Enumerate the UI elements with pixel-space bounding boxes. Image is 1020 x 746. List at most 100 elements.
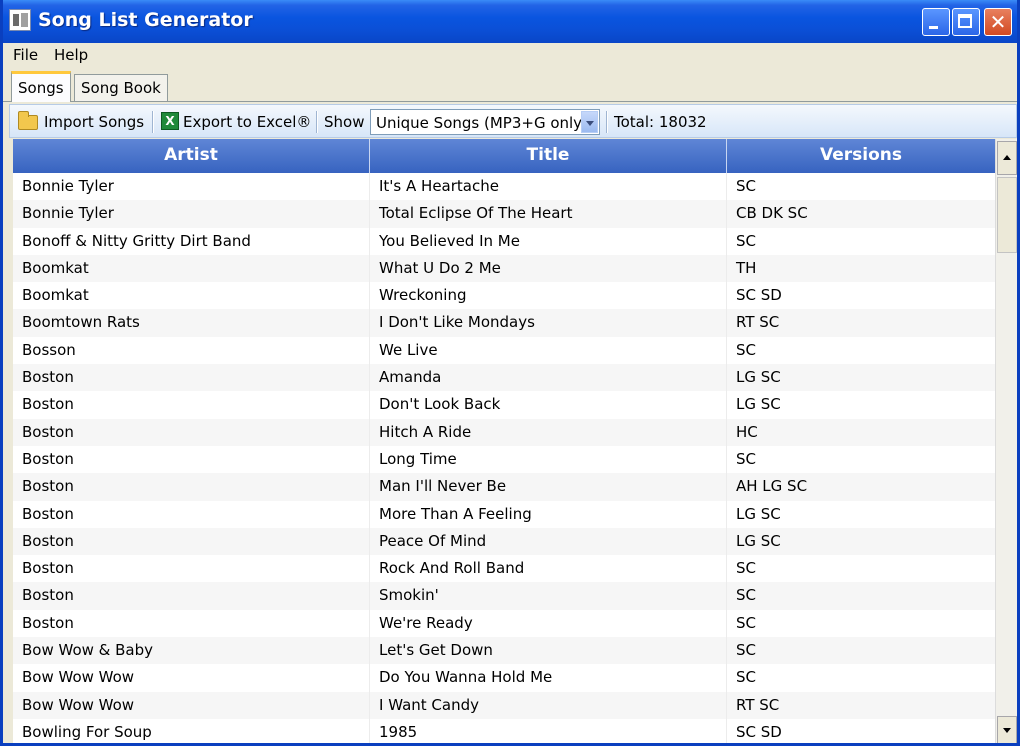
versions-cell: SC SD (736, 286, 782, 305)
table-row[interactable]: Bowling For Soup 1985 SC SD (13, 718, 995, 743)
title-cell: Rock And Roll Band (370, 555, 727, 583)
title-cell: 1985 (370, 718, 727, 743)
table-row[interactable]: Bonoff & Nitty Gritty Dirt Band You Belie… (13, 227, 995, 255)
title-cell: More Than A Feeling (370, 500, 727, 528)
artist-cell: Bonnie Tyler (13, 200, 370, 228)
scroll-up-button[interactable] (997, 141, 1017, 175)
title-cell: We're Ready (370, 609, 727, 638)
artist-cell: Bow Wow Wow (13, 664, 370, 692)
menu-help[interactable]: Help (54, 46, 88, 64)
artist-cell: Bow Wow Wow (13, 691, 370, 719)
versions-cell: SC SD (736, 722, 782, 741)
artist-cell: Bowling For Soup (13, 718, 370, 743)
toolbar-separator (316, 111, 318, 133)
table-row[interactable]: Boston Rock And Roll Band SC (13, 555, 995, 583)
folder-icon[interactable] (18, 111, 38, 130)
table-row[interactable]: Boston Peace Of Mind LG SC (13, 527, 995, 556)
app-window: Song List Generator ✕ File Help Songs So… (0, 0, 1020, 746)
title-cell: Do You Wanna Hold Me (370, 664, 727, 692)
tab-songs[interactable]: Songs (11, 71, 71, 102)
versions-cell: LG SC (736, 395, 781, 414)
table-row[interactable]: Boston Amanda LG SC (13, 364, 995, 392)
table-row[interactable]: Boston Hitch A Ride HC (13, 418, 995, 446)
artist-cell: Boston (13, 418, 370, 446)
versions-cell: LG SC (736, 368, 781, 387)
table-row[interactable]: Boston Smokin' SC (13, 582, 995, 610)
minimize-button[interactable] (922, 8, 950, 36)
close-icon: ✕ (989, 10, 1007, 34)
column-header-versions[interactable]: Versions (727, 139, 995, 173)
artist-cell: Boston (13, 609, 370, 638)
title-bar[interactable]: Song List Generator ✕ (3, 0, 1017, 43)
toolbar-separator (152, 111, 154, 133)
table-row[interactable]: Boston Don't Look Back LG SC (13, 391, 995, 419)
menu-bar: File Help (3, 43, 1017, 67)
table-row[interactable]: Boston More Than A Feeling LG SC (13, 500, 995, 528)
artist-cell: Boomkat (13, 254, 370, 283)
title-cell: We Live (370, 336, 727, 365)
column-header-title[interactable]: Title (370, 139, 727, 173)
versions-cell: SC (736, 231, 756, 250)
excel-icon[interactable]: X (161, 112, 179, 130)
versions-cell: SC (736, 586, 756, 605)
table-row[interactable]: Boomkat Wreckoning SC SD (13, 282, 995, 310)
title-cell: Don't Look Back (370, 391, 727, 419)
minimize-icon (929, 26, 938, 29)
title-cell: Peace Of Mind (370, 527, 727, 556)
versions-cell: HC (736, 422, 758, 441)
import-songs-button[interactable]: Import Songs (44, 113, 144, 131)
versions-cell: RT SC (736, 695, 780, 714)
app-icon[interactable] (9, 9, 31, 31)
versions-cell: AH LG SC (736, 477, 808, 496)
table-row[interactable]: Bow Wow & Baby Let's Get Down SC (13, 637, 995, 665)
table-row[interactable]: Boomtown Rats I Don't Like Mondays RT SC (13, 309, 995, 337)
artist-cell: Boston (13, 364, 370, 392)
title-cell: Hitch A Ride (370, 418, 727, 446)
artist-cell: Bonnie Tyler (13, 173, 370, 201)
table-row[interactable]: Bow Wow Wow Do You Wanna Hold Me SC (13, 664, 995, 692)
vertical-scrollbar[interactable] (995, 139, 1017, 743)
table-row[interactable]: Bonnie Tyler Total Eclipse Of The Heart CB… (13, 200, 995, 228)
artist-cell: Boston (13, 527, 370, 556)
toolbar: Import Songs X Export to Excel® Show Uni… (9, 104, 1017, 138)
table-row[interactable]: Boomkat What U Do 2 Me TH (13, 254, 995, 283)
artist-cell: Boston (13, 500, 370, 528)
versions-cell: LG SC (736, 531, 781, 550)
artist-cell: Boston (13, 473, 370, 501)
maximize-button[interactable] (952, 8, 980, 36)
versions-cell: SC (736, 613, 756, 632)
close-button[interactable]: ✕ (984, 8, 1012, 36)
table-body: Bonnie Tyler It's A Heartache SC Bonnie Tyl… (13, 173, 995, 743)
versions-cell: LG SC (736, 504, 781, 523)
menu-file[interactable]: File (13, 46, 38, 64)
table-row[interactable]: Bonnie Tyler It's A Heartache SC (13, 173, 995, 201)
title-cell: Long Time (370, 445, 727, 474)
show-label: Show (324, 113, 365, 131)
show-filter-select[interactable]: Unique Songs (MP3+G only) (370, 109, 600, 135)
tab-divider (3, 101, 1017, 102)
title-cell: You Believed In Me (370, 227, 727, 255)
table-row[interactable]: Boston Man I'll Never Be AH LG SC (13, 473, 995, 501)
table-row[interactable]: Boston Long Time SC (13, 445, 995, 474)
songs-table: Artist Title Versions Bonnie Tyler It's A… (13, 139, 1017, 743)
scroll-thumb[interactable] (997, 177, 1017, 253)
title-cell: I Want Candy (370, 691, 727, 719)
title-cell: Man I'll Never Be (370, 473, 727, 501)
versions-cell: SC (736, 668, 756, 687)
total-count: Total: 18032 (614, 113, 707, 131)
artist-cell: Boomkat (13, 282, 370, 310)
export-excel-button[interactable]: Export to Excel® (183, 113, 311, 131)
artist-cell: Bosson (13, 336, 370, 365)
artist-cell: Boston (13, 555, 370, 583)
tab-song-book[interactable]: Song Book (74, 74, 168, 102)
column-header-artist[interactable]: Artist (13, 139, 370, 173)
maximize-icon (958, 14, 972, 28)
table-row[interactable]: Bosson We Live SC (13, 336, 995, 365)
scroll-down-button[interactable] (997, 716, 1017, 743)
table-row[interactable]: Boston We're Ready SC (13, 609, 995, 638)
table-row[interactable]: Bow Wow Wow I Want Candy RT SC (13, 691, 995, 719)
chevron-down-icon[interactable] (581, 111, 598, 133)
toolbar-separator (606, 111, 608, 133)
versions-cell: SC (736, 641, 756, 660)
title-cell: Wreckoning (370, 282, 727, 310)
